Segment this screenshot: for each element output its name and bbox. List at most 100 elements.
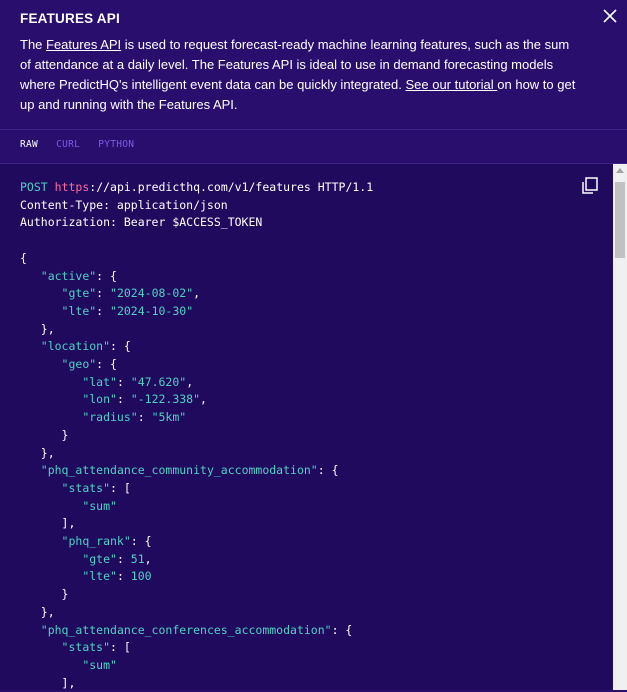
code-token-str: "sum": [82, 498, 117, 513]
url-rest: ://api.predicthq.com/v1/features HTTP/1.…: [89, 180, 374, 194]
code-token-key: "radius": [82, 410, 138, 425]
code-token-ind: [20, 304, 62, 318]
code-token-key: "geo": [61, 357, 97, 372]
http-method: POST: [20, 180, 48, 194]
code-token-ind: [20, 446, 41, 460]
code-token-key: "lat": [82, 374, 117, 389]
code-line: "lte": "2024-10-30": [20, 303, 194, 318]
code-token-key: "lte": [82, 569, 117, 584]
modal-title: FEATURES API: [20, 11, 120, 26]
code-line: {: [20, 251, 27, 265]
copy-button[interactable]: [580, 176, 600, 196]
code-token-pun: ,: [200, 392, 207, 407]
code-token-ind: [20, 481, 62, 495]
code-token-key: "stats": [61, 480, 111, 495]
code-line: "gte": 51,: [20, 551, 151, 566]
code-line: "location": {: [20, 339, 131, 353]
code-token-pun: },: [40, 445, 55, 460]
code-token-pun: :: [137, 410, 152, 425]
code-token-pun: :: [96, 303, 111, 318]
code-token-pun: : {: [331, 622, 353, 637]
code-line: "geo": {: [20, 357, 117, 371]
scroll-thumb[interactable]: [615, 182, 625, 258]
code-line: },: [20, 322, 55, 336]
code-token-key: "lte": [61, 303, 97, 318]
code-token-ind: [20, 605, 41, 619]
code-token-pun: {: [20, 250, 27, 265]
code-token-ind: [20, 286, 62, 300]
code-token-str: "47.620": [130, 374, 187, 389]
code-token-pun: : {: [96, 268, 117, 283]
header-line: Content-Type: application/json: [20, 197, 228, 212]
code-token-ind: [20, 499, 82, 513]
code-token-pun: : [: [110, 480, 131, 495]
code-token-ind: [20, 552, 82, 566]
code-token-ind: [20, 569, 82, 583]
code-token-key: "active": [40, 268, 97, 283]
code-line: "gte": "2024-08-02",: [20, 286, 201, 301]
code-token-ind: [20, 392, 82, 406]
code-token-ind: [20, 322, 41, 336]
code-token-key: "gte": [82, 551, 117, 566]
code-token-str: "sum": [82, 657, 117, 672]
code-line: "radius": "5km": [20, 410, 186, 424]
modal-header: FEATURES API The Features API is used to…: [0, 0, 627, 128]
tab-curl[interactable]: CURL: [56, 139, 80, 150]
header-line: Authorization: Bearer $ACCESS_TOKEN: [20, 215, 263, 230]
tab-python[interactable]: PYTHON: [98, 139, 134, 150]
code-token-ind: [20, 676, 62, 690]
code-line: "phq_attendance_community_accommodation"…: [20, 463, 339, 477]
scroll-up-icon[interactable]: [616, 168, 624, 173]
copy-icon: [582, 177, 598, 194]
code-token-str: "-122.338": [130, 392, 201, 407]
code-token-ind: [20, 269, 41, 283]
code-line: },: [20, 446, 55, 460]
code-line: }: [20, 587, 69, 602]
url-scheme: https: [54, 180, 90, 194]
code-token-pun: }: [61, 587, 69, 602]
code-line: ],: [20, 676, 76, 690]
code-token-pun: :: [116, 551, 131, 566]
code-line: "phq_attendance_conferences_accommodatio…: [20, 622, 353, 637]
code-token-key: "stats": [61, 640, 111, 655]
json-body: { "active": { "gte": "2024-08-02", "lte"…: [20, 251, 352, 690]
code-token-key: "gte": [61, 286, 97, 301]
code-token-ind: [20, 410, 82, 424]
code-token-ind: [20, 587, 62, 601]
code-line: "lon": "-122.338",: [20, 392, 207, 406]
code-line: "sum": [20, 658, 117, 672]
code-token-pun: ],: [61, 516, 76, 531]
code-token-ind: [20, 428, 62, 442]
code-token-ind: [20, 640, 62, 654]
code-token-key: "phq_attendance_community_accommodation": [40, 463, 318, 478]
code-token-pun: :: [96, 286, 111, 301]
tutorial-link[interactable]: See our tutorial: [405, 77, 497, 92]
code-line: "stats": [: [20, 481, 131, 495]
code-line: "phq_rank": {: [20, 534, 152, 548]
code-token-key: "lon": [82, 392, 117, 407]
code-tabs: RAW CURL PYTHON: [20, 139, 146, 153]
close-button[interactable]: [600, 6, 620, 26]
code-token-pun: :: [116, 374, 131, 389]
code-line: "sum": [20, 499, 117, 513]
code-token-ind: [20, 516, 62, 530]
code-token-num: 51: [130, 551, 145, 566]
code-token-str: "2024-08-02": [110, 286, 194, 301]
features-api-link[interactable]: Features API: [46, 37, 121, 52]
tab-raw[interactable]: RAW: [20, 139, 38, 150]
code-block: POST https://api.predicthq.com/v1/featur…: [20, 179, 373, 692]
code-token-pun: },: [40, 321, 55, 336]
code-token-ind: [20, 339, 41, 353]
code-token-pun: ,: [186, 374, 194, 389]
code-token-pun: },: [40, 604, 55, 619]
code-token-ind: [20, 357, 62, 371]
code-token-pun: : {: [96, 357, 117, 372]
header-divider: [0, 129, 627, 130]
code-line: ],: [20, 516, 76, 531]
scrollbar[interactable]: [613, 164, 627, 690]
code-token-key: "phq_attendance_conferences_accommodatio…: [40, 622, 332, 637]
code-token-ind: [20, 658, 82, 672]
code-token-pun: :: [116, 569, 131, 584]
code-line: "stats": [: [20, 640, 131, 654]
code-token-pun: : {: [130, 534, 152, 549]
